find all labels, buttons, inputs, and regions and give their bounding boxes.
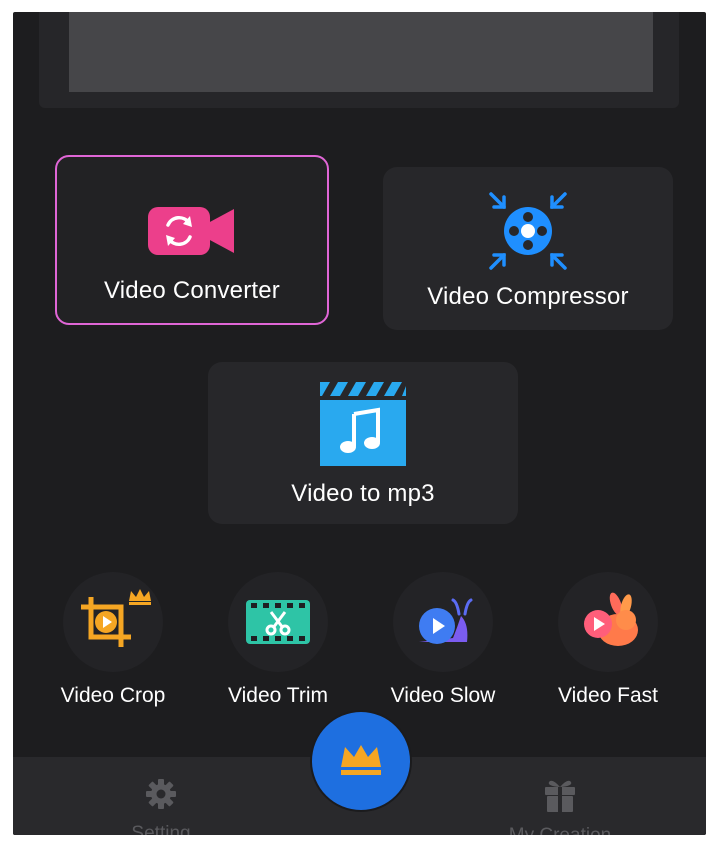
video-compressor-label: Video Compressor (427, 283, 629, 310)
slow-icon-circle (393, 572, 493, 672)
nav-setting-label: Setting (131, 823, 191, 835)
video-trim-tool[interactable]: Video Trim (203, 572, 353, 708)
trim-icon-circle (228, 572, 328, 672)
music-clapper-icon (316, 380, 410, 468)
gift-icon (545, 780, 575, 812)
crown-icon (341, 745, 381, 775)
video-fast-tool[interactable]: Video Fast (533, 572, 683, 708)
video-slow-tool[interactable]: Video Slow (368, 572, 518, 708)
app-screen: Video Converter Video Compressor Video t… (13, 12, 706, 835)
trim-scissors-icon (246, 600, 310, 644)
banner-ad[interactable] (69, 12, 653, 92)
nav-my-creation-label: My Creation (509, 825, 611, 835)
video-crop-label: Video Crop (60, 684, 166, 707)
video-to-mp3-label: Video to mp3 (291, 480, 435, 507)
nav-my-creation[interactable]: My Creation (480, 777, 640, 835)
premium-crown-icon (129, 589, 151, 605)
video-slow-label: Video Slow (390, 684, 496, 707)
crop-icon (81, 589, 151, 647)
banner-container (39, 12, 679, 108)
video-compressor-card[interactable]: Video Compressor (383, 167, 673, 330)
rabbit-icon (584, 592, 638, 646)
fast-icon-circle (558, 572, 658, 672)
video-converter-label: Video Converter (104, 277, 280, 304)
nav-setting[interactable]: Setting (81, 777, 241, 835)
video-crop-tool[interactable]: Video Crop (38, 572, 188, 708)
video-converter-card[interactable]: Video Converter (55, 155, 329, 325)
video-fast-label: Video Fast (557, 684, 658, 707)
crop-icon-circle (63, 572, 163, 672)
video-trim-label: Video Trim (228, 684, 328, 707)
video-to-mp3-card[interactable]: Video to mp3 (208, 362, 518, 524)
gear-icon (146, 779, 176, 809)
snail-icon (419, 598, 473, 644)
video-convert-icon (146, 203, 238, 263)
premium-fab-button[interactable] (312, 712, 410, 810)
compress-reel-icon (486, 189, 570, 273)
